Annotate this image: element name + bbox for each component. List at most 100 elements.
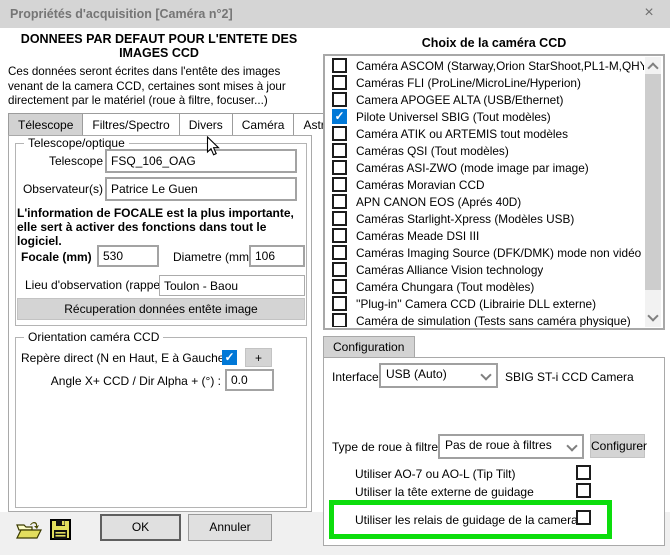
tab-configuration[interactable]: Configuration	[323, 336, 415, 358]
tab-divers[interactable]: Divers	[179, 113, 233, 135]
camera-label: APN CANON EOS (Aprés 40D)	[356, 195, 521, 209]
camera-list-scrollbar[interactable]	[645, 57, 661, 327]
option-ao7-checkbox[interactable]	[576, 465, 591, 480]
camera-label: Caméra ATIK ou ARTEMIS tout modèles	[356, 127, 568, 141]
option-tete-externe-label: Utiliser la tête externe de guidage	[355, 485, 534, 499]
lieu-observation-label: Lieu d'observation (rappel)	[25, 278, 167, 292]
camera-list-row[interactable]: Caméras Moravian CCD	[327, 176, 644, 193]
scroll-up-icon[interactable]	[647, 62, 658, 73]
orientation-ccd-group-title: Orientation caméra CCD	[24, 330, 163, 344]
plus-button[interactable]: +	[245, 348, 272, 367]
camera-label: ''Plug-in'' Camera CCD (Librairie DLL ex…	[356, 297, 596, 311]
camera-list-row[interactable]: Caméras ASI-ZWO (mode image par image)	[327, 159, 644, 176]
option-relais-guidage-label: Utiliser les relais de guidage de la cam…	[355, 513, 578, 527]
camera-checkbox[interactable]	[332, 177, 347, 192]
telescope-tab-page: Telescope/optique Telescope Observateur(…	[8, 135, 312, 512]
observateur-input[interactable]	[105, 177, 297, 201]
camera-list-row[interactable]: Pilote Universel SBIG (Tout modèles)	[327, 108, 644, 125]
camera-label: Caméras QSI (Tout modèles)	[356, 144, 509, 158]
option-ao7-label: Utiliser AO-7 ou AO-L (Tip Tilt)	[355, 467, 515, 481]
ok-button[interactable]: OK	[100, 514, 181, 541]
camera-checkbox[interactable]	[332, 92, 347, 107]
camera-checkbox[interactable]	[332, 245, 347, 260]
repere-direct-checkbox[interactable]	[222, 350, 237, 365]
scroll-down-icon[interactable]	[647, 310, 658, 321]
camera-list-row[interactable]: Camera APOGEE ALTA (USB/Ethernet)	[327, 91, 644, 108]
camera-list: Caméra ASCOM (Starway,Orion StarShoot,PL…	[323, 54, 665, 330]
camera-label: Pilote Universel SBIG (Tout modèles)	[356, 110, 551, 124]
dialog-proprietes-acquisition: Propriétés d'acquisition [Caméra n°2] × …	[0, 0, 670, 555]
tab-filtres-spectro[interactable]: Filtres/Spectro	[82, 113, 179, 135]
camera-list-row[interactable]: Caméra Chungara (Tout modèles)	[327, 278, 644, 295]
window-title: Propriétés d'acquisition [Caméra n°2]	[10, 0, 233, 28]
camera-checkbox[interactable]	[332, 160, 347, 175]
title-bar[interactable]: Propriétés d'acquisition [Caméra n°2] ×	[0, 0, 670, 28]
camera-list-row[interactable]: Caméra ASCOM (Starway,Orion StarShoot,PL…	[327, 57, 644, 74]
tab-telescope[interactable]: Télescope	[8, 113, 83, 135]
camera-checkbox[interactable]	[332, 228, 347, 243]
camera-label: Caméra Chungara (Tout modèles)	[356, 280, 534, 294]
camera-label: Caméras Moravian CCD	[356, 178, 485, 192]
camera-list-row[interactable]: ''Plug-in'' Camera CCD (Librairie DLL ex…	[327, 295, 644, 312]
camera-checkbox[interactable]	[332, 143, 347, 158]
chevron-down-icon	[566, 440, 577, 451]
recuperation-entete-button[interactable]: Récuperation données entête image	[17, 298, 305, 320]
camera-list-row[interactable]: Caméras FLI (ProLine/MicroLine/Hyperion)	[327, 74, 644, 91]
wheel-type-dropdown[interactable]: Pas de roue à filtres	[438, 434, 584, 459]
camera-list-row[interactable]: APN CANON EOS (Aprés 40D)	[327, 193, 644, 210]
left-heading: DONNEES PAR DEFAUT POUR L'ENTETE DES IMA…	[8, 32, 310, 60]
camera-label: Caméras Alliance Vision technology	[356, 263, 543, 277]
camera-checkbox[interactable]	[332, 75, 347, 90]
diametre-label: Diametre (mm)	[173, 250, 253, 264]
telescope-label: Telescope	[21, 154, 103, 168]
open-file-icon[interactable]	[16, 519, 42, 544]
camera-list-row[interactable]: Caméras Imaging Source (DFK/DMK) mode no…	[327, 244, 644, 261]
diametre-input[interactable]	[249, 245, 305, 267]
annuler-button[interactable]: Annuler	[188, 514, 272, 541]
left-tab-strip: Télescope Filtres/Spectro Divers Caméra …	[8, 113, 374, 135]
camera-list-row[interactable]: Caméra de simulation (Tests sans caméra …	[327, 312, 644, 327]
angle-ccd-label: Angle X+ CCD / Dir Alpha + (°) :	[21, 374, 221, 388]
camera-checkbox[interactable]	[332, 279, 347, 294]
camera-checkbox[interactable]	[332, 211, 347, 226]
camera-checkbox[interactable]	[332, 262, 347, 277]
telescope-input[interactable]	[105, 149, 297, 173]
camera-list-row[interactable]: Caméra ATIK ou ARTEMIS tout modèles	[327, 125, 644, 142]
focale-input[interactable]	[97, 245, 159, 267]
focale-note: L'information de FOCALE est la plus impo…	[17, 206, 309, 248]
camera-checkbox[interactable]	[332, 58, 347, 73]
save-icon[interactable]	[50, 519, 71, 543]
camera-label: Caméras FLI (ProLine/MicroLine/Hyperion)	[356, 76, 581, 90]
interface-dropdown-value: USB (Auto)	[386, 367, 447, 381]
interface-dropdown[interactable]: USB (Auto)	[379, 363, 498, 388]
camera-label: Camera APOGEE ALTA (USB/Ethernet)	[356, 93, 563, 107]
repere-direct-label: Repère direct (N en Haut, E à Gauche)	[21, 351, 228, 365]
camera-list-row[interactable]: Caméras QSI (Tout modèles)	[327, 142, 644, 159]
camera-list-row[interactable]: Caméras Alliance Vision technology	[327, 261, 644, 278]
camera-list-items: Caméra ASCOM (Starway,Orion StarShoot,PL…	[327, 57, 644, 327]
lieu-observation-input[interactable]	[159, 275, 305, 296]
camera-label: Caméras Starlight-Xpress (Modèles USB)	[356, 212, 574, 226]
chevron-down-icon	[480, 369, 491, 380]
camera-list-row[interactable]: Caméras Meade DSI III	[327, 227, 644, 244]
camera-label: Caméra ASCOM (Starway,Orion StarShoot,PL…	[356, 59, 644, 73]
tab-camera[interactable]: Caméra	[232, 113, 295, 135]
option-tete-externe-checkbox[interactable]	[576, 483, 591, 498]
configurer-button[interactable]: Configurer	[590, 434, 645, 458]
camera-label: Caméras ASI-ZWO (mode image par image)	[356, 161, 589, 175]
camera-checkbox[interactable]	[332, 313, 347, 327]
camera-checkbox[interactable]	[332, 126, 347, 141]
observateur-label: Observateur(s)	[15, 182, 103, 196]
camera-model-text: SBIG ST-i CCD Camera	[505, 370, 634, 384]
option-relais-guidage-checkbox[interactable]	[576, 510, 591, 525]
camera-checkbox[interactable]	[332, 194, 347, 209]
camera-label: Caméras Meade DSI III	[356, 229, 479, 243]
close-icon[interactable]: ×	[628, 0, 670, 28]
camera-checkbox[interactable]	[332, 296, 347, 311]
angle-ccd-input[interactable]	[225, 369, 274, 391]
camera-list-row[interactable]: Caméras Starlight-Xpress (Modèles USB)	[327, 210, 644, 227]
camera-label: Caméras Imaging Source (DFK/DMK) mode no…	[356, 246, 641, 260]
left-description: Ces données seront écrites dans l'entête…	[8, 65, 316, 109]
scrollbar-thumb[interactable]	[645, 74, 661, 290]
camera-checkbox[interactable]	[332, 109, 347, 124]
